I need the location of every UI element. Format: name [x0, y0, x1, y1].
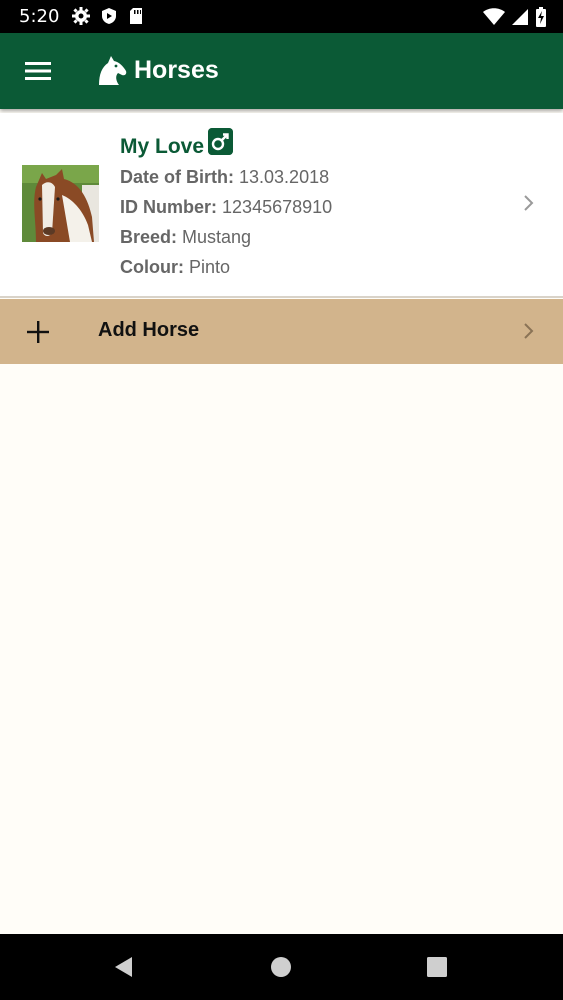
id-value: 12345678910 [222, 197, 333, 217]
settings-icon [72, 7, 90, 25]
breed: Breed: Mustang [120, 227, 251, 248]
navigation-bar [0, 934, 563, 1000]
app-bar: Horses [0, 33, 563, 109]
status-bar: 5:20 [0, 0, 563, 33]
page-title: Horses [134, 56, 219, 84]
divider [0, 296, 563, 298]
chevron-right-icon [524, 323, 534, 339]
date-of-birth: Date of Birth: 13.03.2018 [120, 167, 329, 188]
signal-icon [512, 9, 528, 25]
sd-card-icon [130, 8, 142, 24]
colour-value: Pinto [189, 257, 231, 277]
horse-list-item[interactable]: My Love Date of Birth: 13.03.2018 ID Num… [0, 113, 563, 296]
menu-icon[interactable] [24, 59, 52, 83]
play-protect-icon [102, 8, 116, 24]
plus-icon [27, 321, 49, 343]
id-number: ID Number: 12345678910 [120, 197, 332, 218]
chevron-right-icon [524, 195, 534, 211]
home-icon[interactable] [269, 955, 293, 979]
dob-value: 13.03.2018 [239, 167, 330, 187]
back-icon[interactable] [112, 955, 136, 979]
battery-icon [536, 7, 546, 27]
breed-label: Breed: [120, 227, 178, 247]
add-horse-label: Add Horse [98, 319, 200, 341]
horse-photo [22, 165, 99, 242]
breed-value: Mustang [182, 227, 252, 247]
recents-icon[interactable] [425, 955, 449, 979]
colour: Colour: Pinto [120, 257, 230, 278]
add-horse-button[interactable]: Add Horse [0, 299, 563, 364]
colour-label: Colour: [120, 257, 184, 277]
wifi-icon [483, 8, 505, 25]
dob-label: Date of Birth: [120, 167, 234, 187]
horse-head-icon [99, 56, 127, 85]
status-time: 5:20 [19, 6, 60, 27]
male-icon [208, 128, 233, 155]
id-label: ID Number: [120, 197, 218, 217]
horse-name: My Love [120, 135, 205, 158]
